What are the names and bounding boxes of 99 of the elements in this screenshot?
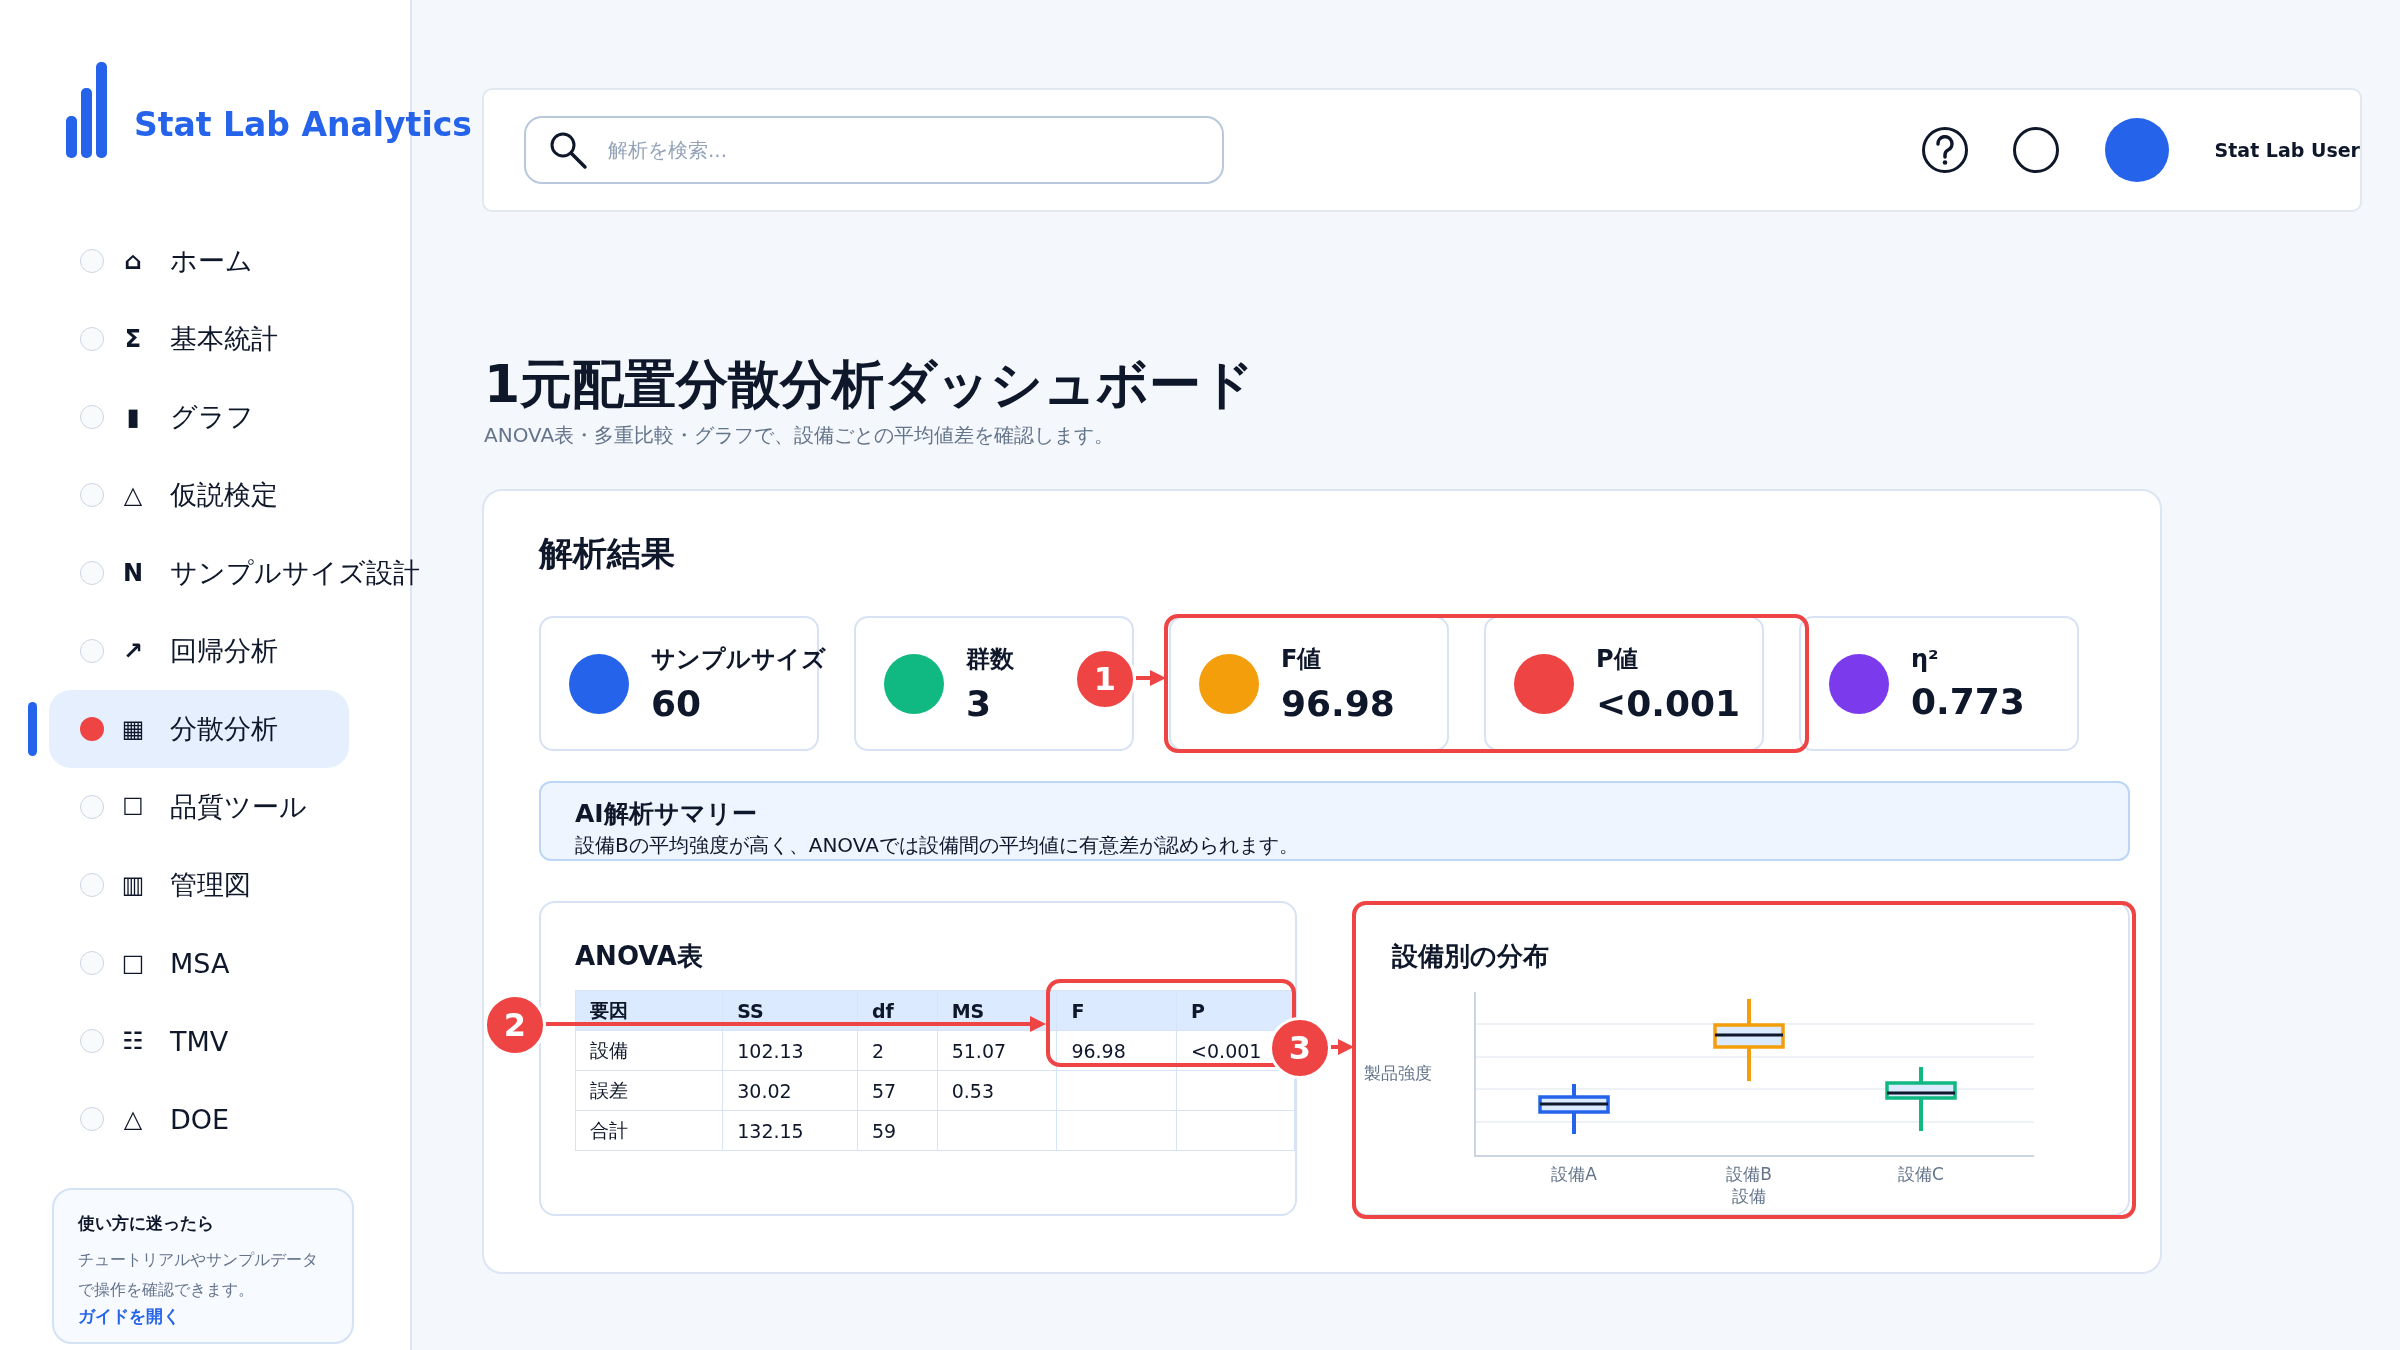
- card-title: 設備別の分布: [1392, 940, 1550, 973]
- nav-item[interactable]: ☷ TMV: [49, 1002, 349, 1080]
- circle-icon[interactable]: [2011, 126, 2060, 174]
- nav-item[interactable]: △ DOE: [49, 1080, 349, 1158]
- search-field[interactable]: 解析を検索...: [524, 116, 1224, 184]
- table-cell: 96.98: [1056, 1030, 1177, 1071]
- nav-icon: △: [120, 481, 146, 509]
- stat-label: 群数: [966, 644, 1014, 675]
- nav-icon: ▮: [120, 403, 146, 431]
- status-dot: [80, 249, 104, 273]
- help-text: チュートリアルやサンプルデータで操作を確認できます。: [78, 1249, 319, 1301]
- status-dot: [80, 795, 104, 819]
- bar-chart-logo-icon: [66, 62, 108, 158]
- nav-item[interactable]: ⌂ ホーム: [49, 222, 349, 300]
- nav-label: DOE: [170, 1103, 230, 1135]
- stat-value: 96.98: [1281, 683, 1395, 724]
- axis-label: 設備: [1732, 1186, 1766, 1206]
- status-dot: [80, 951, 104, 975]
- nav-item[interactable]: ↗ 回帰分析: [49, 612, 349, 690]
- nav-item[interactable]: □ MSA: [49, 924, 349, 1002]
- nav-icon: ▥: [120, 871, 146, 899]
- nav-label: 分散分析: [170, 712, 278, 746]
- stat-value: 60: [651, 683, 703, 724]
- nav-item[interactable]: ▮ グラフ: [49, 378, 349, 456]
- stat-value: <0.001: [1596, 683, 1741, 724]
- nav-icon: ⌂: [120, 247, 146, 275]
- table-cell: 2: [857, 1030, 938, 1071]
- nav-icon: ↗: [120, 637, 146, 665]
- nav-label: ホーム: [170, 244, 253, 278]
- active-indicator: [28, 702, 37, 756]
- stat-value: 0.773: [1911, 681, 2025, 722]
- summary-title: AI解析サマリー: [575, 798, 758, 830]
- nav-label: TMV: [170, 1025, 229, 1057]
- status-dot: [80, 327, 104, 351]
- card-title: ANOVA表: [575, 940, 704, 973]
- user-name: Stat Lab User: [2214, 139, 2360, 161]
- nav-icon: □: [120, 949, 146, 977]
- callout-badge: 2: [484, 994, 546, 1056]
- status-dot: [80, 483, 104, 507]
- stat-label: P値: [1596, 644, 1639, 675]
- table-cell: 51.07: [937, 1030, 1057, 1071]
- nav-item[interactable]: N サンプルサイズ設計: [49, 534, 428, 612]
- arrow: [1136, 668, 1166, 688]
- brand-name: Stat Lab Analytics: [134, 105, 472, 146]
- status-dot: [80, 1029, 104, 1053]
- nav-icon: Σ: [120, 325, 146, 353]
- nav-label: 基本統計: [170, 322, 278, 356]
- table-cell: 誤差: [575, 1070, 723, 1111]
- table-cell: 102.13: [722, 1030, 858, 1071]
- axis-label: 製品強度: [1364, 1062, 1433, 1085]
- status-dot: [80, 717, 104, 741]
- table-cell: 合計: [575, 1110, 723, 1151]
- nav-label: MSA: [170, 947, 230, 979]
- status-dot: [80, 405, 104, 429]
- column-header: F: [1056, 990, 1177, 1031]
- nav-item[interactable]: Σ 基本統計: [49, 300, 349, 378]
- nav-item[interactable]: △ 仮説検定: [49, 456, 349, 534]
- table-cell: 設備: [575, 1030, 723, 1071]
- table-cell: 0.53: [937, 1070, 1057, 1111]
- nav-item[interactable]: ▥ 管理図: [49, 846, 349, 924]
- search-icon: [548, 130, 588, 170]
- status-dot: [80, 1107, 104, 1131]
- category-label: 設備B: [1726, 1163, 1772, 1186]
- status-dot: [80, 561, 104, 585]
- help-title: 使い方に迷ったら: [78, 1212, 215, 1235]
- table-cell: 30.02: [722, 1070, 858, 1111]
- column-header: 要因: [575, 990, 723, 1031]
- nav-icon: ☐: [120, 793, 146, 821]
- callout-badge: 3: [1269, 1017, 1331, 1079]
- nav-icon: △: [120, 1105, 146, 1133]
- stat-label: η²: [1911, 645, 1940, 673]
- stat-label: F値: [1281, 644, 1323, 675]
- table-cell: 57: [857, 1070, 938, 1111]
- nav-icon: N: [120, 559, 146, 587]
- section-title: 解析結果: [539, 533, 676, 573]
- nav-label: 管理図: [170, 868, 251, 902]
- nav-label: 仮説検定: [170, 478, 278, 512]
- nav-label: 回帰分析: [170, 634, 278, 668]
- nav-icon: ▦: [120, 715, 146, 743]
- stat-label: サンプルサイズ: [651, 644, 826, 675]
- category-label: 設備A: [1551, 1163, 1597, 1186]
- nav-label: サンプルサイズ設計: [170, 556, 420, 590]
- summary-text: 設備Bの平均強度が高く、ANOVAでは設備間の平均値に有意差が認められます。: [575, 832, 1300, 859]
- nav-item[interactable]: ☐ 品質ツール: [49, 768, 349, 846]
- help-icon[interactable]: [1920, 126, 1969, 174]
- guide-link[interactable]: ガイドを開く: [78, 1306, 180, 1326]
- table-cell: 132.15: [722, 1110, 858, 1151]
- category-label: 設備C: [1898, 1163, 1944, 1186]
- page-title: 1元配置分散分析ダッシュボード: [484, 353, 1256, 416]
- status-dot: [80, 639, 104, 663]
- arrow: [1331, 1037, 1354, 1057]
- table-cell: 59: [857, 1110, 938, 1151]
- nav-label: グラフ: [170, 400, 254, 434]
- nav-label: 品質ツール: [170, 790, 307, 824]
- column-header: P: [1176, 990, 1295, 1031]
- page-subtitle: ANOVA表・多重比較・グラフで、設備ごとの平均値差を確認します。: [484, 422, 1116, 449]
- stat-value: 3: [966, 683, 993, 724]
- status-dot: [80, 873, 104, 897]
- nav-icon: ☷: [120, 1027, 146, 1055]
